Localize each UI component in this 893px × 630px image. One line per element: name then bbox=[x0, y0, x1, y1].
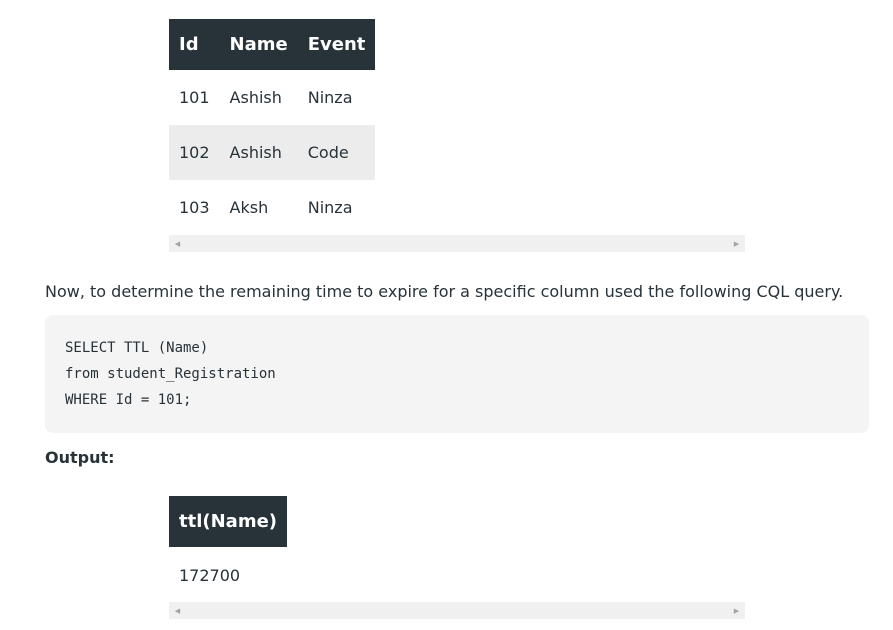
table-cell: 102 bbox=[169, 125, 220, 180]
registration-table: Id Name Event 101 Ashish Ninza 102 Ashis… bbox=[169, 19, 376, 235]
table-row: 103 Aksh Ninza bbox=[169, 180, 375, 235]
scroll-left-arrow-icon[interactable]: ◀ bbox=[169, 602, 186, 619]
table-cell: Ninza bbox=[307, 88, 353, 107]
table-cell: 101 bbox=[179, 88, 210, 107]
table-cell: 103 bbox=[179, 198, 210, 217]
column-header-ttl-name: ttl(Name) bbox=[169, 496, 288, 547]
page: Id Name Event 101 Ashish Ninza 102 Ashis… bbox=[0, 0, 893, 630]
code-line: WHERE Id = 101; bbox=[65, 392, 192, 408]
table-row: 101 Ashish Ninza bbox=[169, 70, 375, 125]
table-horizontal-scrollbar[interactable]: ◀ ▶ bbox=[169, 235, 745, 252]
table-row: 102 Ashish Code bbox=[169, 125, 376, 180]
code-line: from student_Registration bbox=[65, 366, 276, 382]
table-cell: Aksh bbox=[229, 198, 269, 217]
table-header-row: Id Name Event bbox=[169, 19, 376, 70]
scroll-right-arrow-icon[interactable]: ▶ bbox=[728, 602, 745, 619]
column-header-name: Name bbox=[219, 19, 298, 70]
scroll-left-arrow-icon[interactable]: ◀ bbox=[169, 235, 186, 252]
table-cell: Ashish bbox=[219, 125, 298, 180]
column-header-id: Id bbox=[169, 19, 220, 70]
scroll-right-arrow-icon[interactable]: ▶ bbox=[728, 235, 745, 252]
explanation-paragraph: Now, to determine the remaining time to … bbox=[45, 282, 844, 301]
column-header-event: Event bbox=[297, 19, 376, 70]
code-line: SELECT TTL (Name) bbox=[65, 340, 209, 356]
table-cell: Ninza bbox=[307, 198, 353, 217]
table-cell: Code bbox=[297, 125, 376, 180]
ttl-output-table: ttl(Name) 172700 bbox=[169, 496, 288, 603]
table-cell: 172700 bbox=[179, 565, 241, 585]
table-cell: Ashish bbox=[229, 88, 282, 107]
table-header-row: ttl(Name) bbox=[169, 496, 288, 547]
output-label: Output: bbox=[45, 448, 115, 467]
table-horizontal-scrollbar[interactable]: ◀ ▶ bbox=[169, 602, 745, 619]
table-row: 172700 bbox=[169, 547, 287, 603]
code-block: SELECT TTL (Name) from student_Registrat… bbox=[45, 315, 869, 433]
